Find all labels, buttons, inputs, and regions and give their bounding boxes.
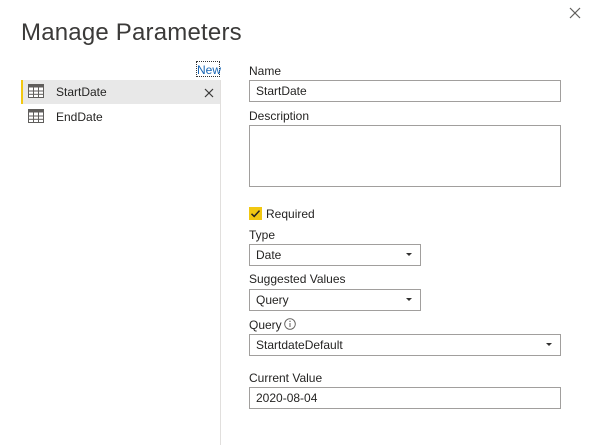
table-icon — [28, 109, 44, 123]
current-value-label: Current Value — [249, 371, 323, 385]
table-icon — [28, 84, 44, 98]
current-value-field[interactable]: 2020-08-04 — [249, 387, 561, 409]
dialog-title: Manage Parameters — [21, 19, 242, 46]
name-label: Name — [249, 64, 282, 78]
delete-parameter-button[interactable] — [203, 86, 215, 98]
query-dropdown[interactable]: StartdateDefault — [249, 334, 561, 356]
chevron-down-icon — [406, 253, 412, 256]
query-label: Query — [249, 318, 282, 332]
parameter-item-label: EndDate — [56, 110, 103, 124]
chevron-down-icon — [406, 298, 412, 301]
suggested-values-dropdown[interactable]: Query — [249, 289, 421, 311]
checkmark-icon — [250, 210, 261, 218]
suggested-values-label: Suggested Values — [249, 272, 346, 286]
parameter-item-enddate[interactable]: EndDate — [21, 105, 220, 129]
info-icon[interactable] — [284, 318, 296, 330]
chevron-down-icon — [546, 343, 552, 346]
description-label: Description — [249, 109, 310, 123]
close-icon — [204, 88, 214, 98]
suggested-values-dropdown-value: Query — [256, 293, 289, 307]
required-label: Required — [266, 207, 315, 221]
parameter-item-label: StartDate — [56, 85, 107, 99]
query-dropdown-value: StartdateDefault — [256, 338, 343, 352]
parameter-list: StartDate EndDate — [21, 80, 221, 445]
new-parameter-link[interactable]: New — [196, 61, 221, 77]
type-dropdown[interactable]: Date — [249, 244, 421, 266]
parameter-item-startdate[interactable]: StartDate — [21, 80, 220, 104]
close-button[interactable] — [566, 4, 584, 22]
close-icon — [569, 7, 581, 19]
type-dropdown-value: Date — [256, 248, 282, 262]
description-field[interactable] — [249, 125, 561, 187]
required-checkbox[interactable] — [249, 207, 262, 220]
name-field[interactable]: StartDate — [249, 80, 561, 102]
type-label: Type — [249, 228, 276, 242]
